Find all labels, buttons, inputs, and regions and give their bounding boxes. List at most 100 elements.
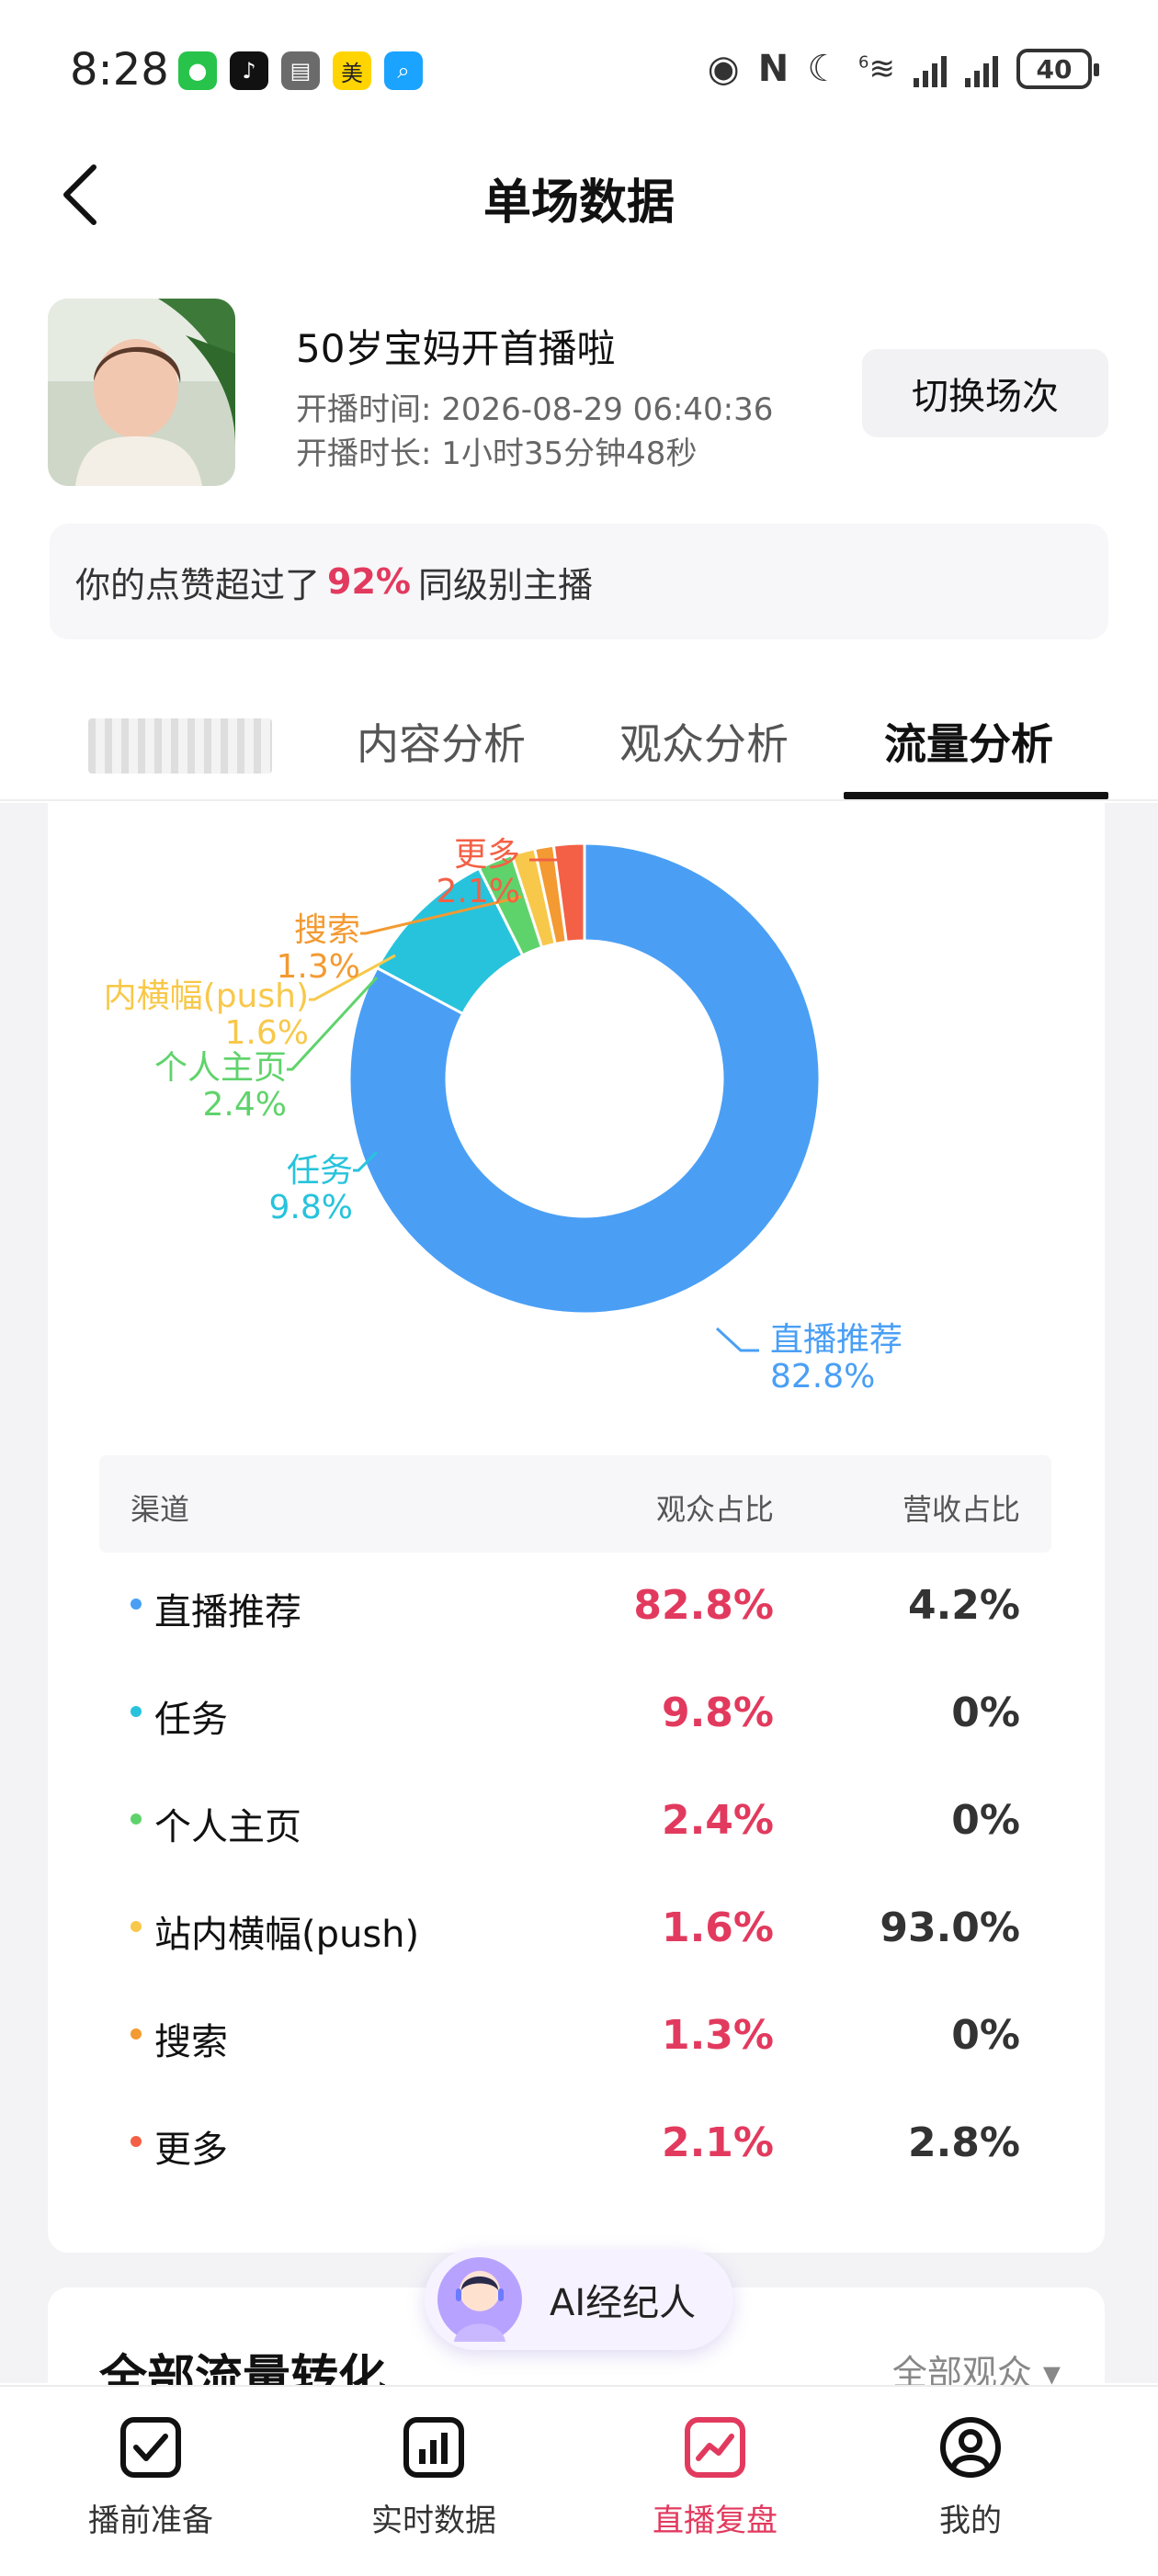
ai-agent-button[interactable]: AI经纪人 [425, 2249, 733, 2350]
signal-icon-2 [965, 51, 998, 87]
row-revenue-share: 0% [951, 1689, 1020, 1736]
nav-label: 我的 [939, 2503, 1002, 2539]
bar-chart-icon [403, 2417, 464, 2478]
header-audience-share: 观众占比 [655, 1492, 774, 1527]
donut-svg: 直播推荐82.8%任务9.8%个人主页2.4%内横幅(push)1.6%搜索1.… [104, 836, 903, 1395]
like-banner-percent: 92% [327, 561, 411, 602]
like-banner-prefix: 你的点赞超过了 [75, 564, 321, 605]
row-color-dot [131, 1706, 142, 1717]
row-color-dot [131, 1813, 142, 1825]
status-bar: 8:28 ● ♪ ▤ 美 ⌕ ◉ N ☾ 6≋ 40 [0, 0, 1158, 138]
nav-mine[interactable]: 我的 [869, 2414, 1072, 2540]
table-row: 站内横幅(push) 1.6% 93.0% [99, 1875, 1051, 1983]
row-color-dot [131, 1921, 142, 1932]
search-app-icon: ⌕ [384, 51, 423, 90]
table-row: 搜索 1.3% 0% [99, 1983, 1051, 2090]
table-header: 渠道 观众占比 营收占比 [99, 1455, 1051, 1553]
nav-pre-live[interactable]: 播前准备 [50, 2414, 252, 2540]
duration-label: 开播时长: [296, 435, 432, 472]
row-channel: 站内横幅(push) [154, 1914, 420, 1956]
nav-realtime-data[interactable]: 实时数据 [333, 2414, 535, 2540]
row-revenue-share: 0% [951, 1797, 1020, 1844]
nav-label: 播前准备 [88, 2503, 213, 2539]
nav-live-review[interactable]: 直播复盘 [614, 2414, 816, 2540]
streamer-avatar [48, 299, 235, 486]
like-banner-suffix: 同级别主播 [417, 564, 593, 605]
row-revenue-share: 2.8% [907, 2119, 1020, 2166]
table-row: 任务 9.8% 0% [99, 1660, 1051, 1768]
tab-content-analysis[interactable]: 内容分析 [357, 711, 526, 772]
slice-label: 搜索 [294, 911, 360, 949]
row-audience-share: 82.8% [633, 1582, 774, 1629]
row-channel: 搜索 [154, 2021, 228, 2063]
like-rank-banner: 你的点赞超过了 92% 同级别主播 [50, 524, 1108, 639]
row-color-dot [131, 2136, 142, 2147]
header-revenue-share: 营收占比 [902, 1492, 1020, 1527]
slice-value-label: 82.8% [770, 1358, 875, 1395]
slice-value-label: 2.1% [437, 873, 520, 910]
row-channel: 任务 [154, 1699, 228, 1741]
signal-icon-1 [914, 51, 947, 87]
wifi-icon: 6≋ [858, 51, 895, 87]
switch-session-button[interactable]: 切换场次 [862, 349, 1108, 437]
moon-icon: ☾ [807, 48, 841, 90]
row-color-dot [131, 2028, 142, 2039]
row-audience-share: 1.6% [661, 1904, 774, 1951]
row-revenue-share: 0% [951, 2012, 1020, 2059]
slice-value-label: 1.6% [225, 1014, 309, 1052]
row-revenue-share: 93.0% [880, 1904, 1020, 1951]
stream-start-time: 开播时间: 2026-08-29 06:40:36 [296, 384, 773, 429]
analysis-tabs: 内容分析 观众分析 流量分析 [0, 698, 1158, 801]
slice-leader-line [715, 1327, 759, 1352]
checkbox-icon [120, 2417, 181, 2478]
row-channel: 更多 [154, 2129, 228, 2171]
start-label: 开播时间: [296, 391, 432, 428]
table-row: 更多 2.1% 2.8% [99, 2090, 1051, 2198]
slice-value-label: 2.4% [203, 1086, 287, 1124]
slice-label: 更多 [454, 836, 520, 874]
row-color-dot [131, 1599, 142, 1610]
stream-title: 50岁宝妈开首播啦 [296, 326, 616, 371]
battery-indicator: 40 [1016, 49, 1099, 89]
user-icon [940, 2417, 1001, 2478]
table-row: 直播推荐 82.8% 4.2% [99, 1553, 1051, 1660]
row-channel: 直播推荐 [154, 1591, 301, 1633]
tab-audience-analysis[interactable]: 观众分析 [619, 711, 789, 772]
nav-label: 实时数据 [371, 2503, 496, 2539]
traffic-table: 渠道 观众占比 营收占比 直播推荐 82.8% 4.2% 任务 9.8% 0% … [99, 1455, 1051, 2198]
douyin-icon: ♪ [230, 51, 268, 90]
start-value: 2026-08-29 06:40:36 [441, 391, 774, 428]
nfc-icon: N [757, 48, 789, 90]
system-indicators: ◉ N ☾ 6≋ 40 [708, 48, 1099, 90]
slice-label: 任务 [287, 1152, 353, 1190]
row-channel: 个人主页 [154, 1806, 301, 1848]
traffic-donut-chart: 直播推荐 82.8% 任务 9.8% 个人主页 2.4% 内横幅(push) 1.6% 搜索 1.… [0, 803, 1158, 1428]
meituan-icon: 美 [333, 51, 371, 90]
nav-label: 直播复盘 [653, 2503, 778, 2539]
slice-value-label: 9.8% [269, 1189, 353, 1226]
notification-icons: ● ♪ ▤ 美 ⌕ [178, 51, 423, 90]
bottom-navigation: 播前准备 实时数据 直播复盘 我的 [0, 2385, 1158, 2576]
row-audience-share: 9.8% [661, 1689, 774, 1736]
row-revenue-share: 4.2% [907, 1582, 1020, 1629]
train-icon: ▤ [281, 51, 320, 90]
row-audience-share: 2.1% [661, 2119, 774, 2166]
row-audience-share: 1.3% [661, 2012, 774, 2059]
slice-value-label: 1.3% [277, 948, 360, 986]
ai-agent-avatar-icon [437, 2257, 522, 2342]
ai-agent-label: AI经纪人 [550, 2282, 697, 2324]
tab-overview-blurred[interactable] [88, 718, 272, 774]
row-audience-share: 2.4% [661, 1797, 774, 1844]
active-tab-indicator [844, 792, 1108, 799]
status-time: 8:28 [70, 44, 169, 96]
table-row: 个人主页 2.4% 0% [99, 1768, 1051, 1875]
stream-duration: 开播时长: 1小时35分钟48秒 [296, 428, 697, 473]
trend-icon [685, 2417, 745, 2478]
wechat-icon: ● [178, 51, 217, 90]
slice-label: 直播推荐 [770, 1321, 903, 1359]
slice-label: 个人主页 [154, 1049, 287, 1087]
duration-value: 1小时35分钟48秒 [441, 435, 698, 472]
page-title: 单场数据 [482, 175, 675, 231]
header-channel: 渠道 [131, 1492, 190, 1527]
tab-traffic-analysis[interactable]: 流量分析 [884, 711, 1053, 772]
